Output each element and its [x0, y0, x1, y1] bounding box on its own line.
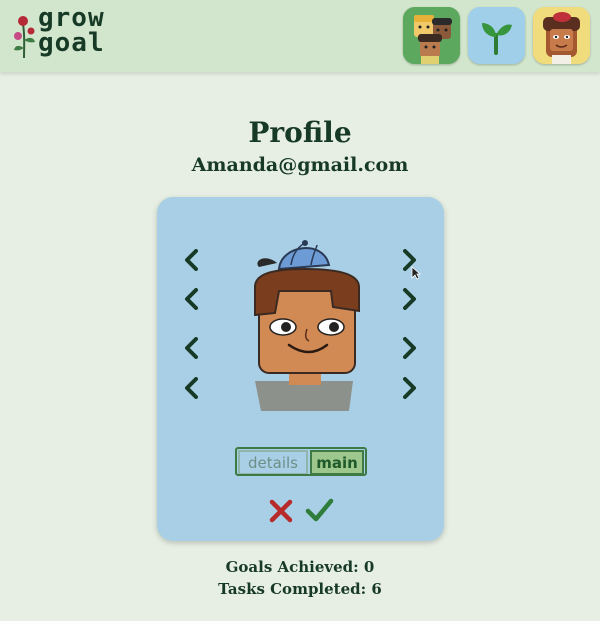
next-face-button[interactable] [398, 335, 422, 361]
avatar-preview [254, 240, 360, 411]
chevron-right-icon [403, 288, 416, 310]
user-email: Amanda@gmail.com [191, 154, 409, 176]
flower-icon [14, 16, 35, 59]
header: grow goal [0, 0, 600, 72]
toggle-main-button[interactable]: main [310, 450, 364, 474]
app-logo[interactable]: grow goal [10, 5, 122, 64]
prev-face-button[interactable] [179, 335, 203, 361]
next-shirt-button[interactable] [398, 375, 422, 401]
page-title: Profile [248, 116, 352, 149]
avatar-editor-card: details main [157, 197, 444, 541]
chevron-left-icon [185, 377, 198, 399]
profile-avatar-icon [533, 7, 590, 64]
toggle-details-button[interactable]: details [238, 450, 308, 474]
goals-achieved-stat: Goals Achieved: 0 [225, 558, 375, 576]
prev-shirt-button[interactable] [179, 375, 203, 401]
nav-friends-button[interactable] [403, 7, 460, 64]
chevron-left-icon [185, 288, 198, 310]
cancel-icon[interactable] [267, 497, 295, 525]
mouse-cursor-icon [411, 266, 421, 280]
tasks-completed-stat: Tasks Completed: 6 [218, 580, 382, 598]
logo-text-goal: goal [38, 28, 105, 58]
chevron-left-icon [185, 337, 198, 359]
prev-hat-button[interactable] [179, 247, 203, 273]
chevron-right-icon [403, 337, 416, 359]
view-toggle: details main [235, 447, 367, 476]
nav-goals-button[interactable] [468, 7, 525, 64]
chevron-left-icon [185, 249, 198, 271]
next-hair-button[interactable] [398, 286, 422, 312]
friends-icon [403, 7, 460, 64]
sprout-icon [468, 7, 525, 64]
nav-profile-button[interactable] [533, 7, 590, 64]
prev-hair-button[interactable] [179, 286, 203, 312]
chevron-right-icon [403, 377, 416, 399]
confirm-icon[interactable] [304, 495, 334, 525]
